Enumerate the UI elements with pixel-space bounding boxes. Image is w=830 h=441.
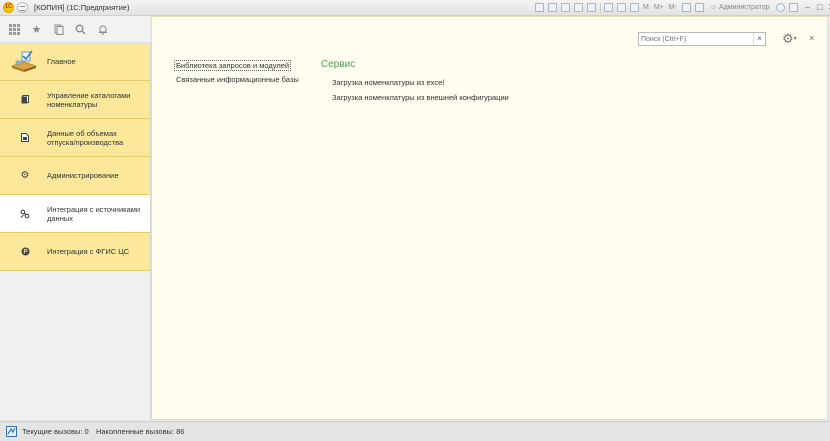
performance-icon[interactable] bbox=[6, 426, 17, 437]
panel-toolbar: ★ bbox=[0, 16, 150, 43]
screen-icon[interactable] bbox=[694, 3, 704, 12]
minimize-button[interactable]: – bbox=[802, 2, 814, 13]
title-toolbar: M M+ M- ☺ Администратор – □ ✕ bbox=[535, 2, 830, 13]
status-bar: Текущие вызовы: 0 Накопленные вызовы: 86 bbox=[0, 421, 830, 441]
gear-icon: ⚙ bbox=[20, 170, 30, 181]
section-label: Интеграция с ФГИС ЦС bbox=[47, 247, 130, 256]
service-group-title: Сервис bbox=[321, 59, 356, 70]
search-clear-button[interactable]: × bbox=[753, 33, 765, 45]
section-main[interactable]: Главное bbox=[0, 43, 150, 81]
window-title: [КОПИЯ] (1С:Предприятие) bbox=[34, 3, 130, 12]
divider bbox=[600, 2, 601, 13]
maximize-button[interactable]: □ bbox=[814, 2, 826, 13]
zoom-icon[interactable] bbox=[681, 3, 691, 12]
preview-icon[interactable] bbox=[561, 3, 570, 12]
document-icon bbox=[19, 132, 31, 144]
settings-gear-icon[interactable]: ⚙▾ bbox=[782, 31, 800, 47]
section-catalogs[interactable]: Управление каталогами номенклатуры bbox=[0, 81, 150, 119]
section-volumes[interactable]: Данные об объемах отпуска/производства bbox=[0, 119, 150, 157]
print-icon[interactable] bbox=[548, 3, 557, 12]
load-from-excel-link[interactable]: Загрузка номенклатуры из excel bbox=[332, 78, 444, 87]
section-label: Данные об объемах отпуска/производства bbox=[47, 128, 124, 147]
main-desk-icon bbox=[11, 50, 37, 72]
integration-icon bbox=[19, 208, 31, 220]
memory-plus-button[interactable]: M+ bbox=[654, 4, 664, 11]
search-field[interactable]: × bbox=[638, 32, 766, 46]
paste-icon[interactable] bbox=[587, 3, 596, 12]
save-icon[interactable] bbox=[535, 3, 544, 12]
library-link[interactable]: Библиотека запросов и модулей bbox=[174, 60, 292, 71]
notifications-bell-icon[interactable] bbox=[96, 23, 109, 36]
linked-databases-link[interactable]: Связанные информационные базы bbox=[176, 75, 299, 84]
calculator-icon[interactable] bbox=[617, 3, 626, 12]
current-calls-text: Текущие вызовы: 0 bbox=[22, 427, 89, 436]
memory-minus-button[interactable]: M- bbox=[669, 4, 677, 11]
section-label: Администрирование bbox=[47, 171, 119, 180]
section-label: Интеграция с источниками данных bbox=[47, 204, 141, 223]
dropdown-icon[interactable] bbox=[788, 3, 798, 12]
calendar-icon[interactable] bbox=[630, 3, 639, 12]
user-name[interactable]: ☺ Администратор bbox=[710, 4, 770, 11]
catalog-icon bbox=[19, 94, 31, 106]
main-menu-icon[interactable] bbox=[17, 2, 28, 13]
section-fgis[interactable]: P Интеграция с ФГИС ЦС bbox=[0, 233, 150, 271]
accumulated-calls-text: Накопленные вызовы: 86 bbox=[96, 427, 185, 436]
fgis-icon: P bbox=[19, 246, 31, 258]
favorites-star-icon[interactable]: ★ bbox=[30, 23, 43, 36]
svg-text:P: P bbox=[23, 250, 27, 256]
memory-button[interactable]: M bbox=[643, 4, 649, 11]
section-administration[interactable]: ⚙ Администрирование bbox=[0, 157, 150, 195]
table-icon[interactable] bbox=[604, 3, 613, 12]
user-label: Администратор bbox=[719, 4, 770, 11]
app-logo-icon[interactable]: 1С bbox=[3, 2, 14, 13]
section-content: × ⚙▾ × Библиотека запросов и модулей Свя… bbox=[151, 16, 828, 420]
close-section-button[interactable]: × bbox=[809, 33, 814, 43]
load-from-external-config-link[interactable]: Загрузка номенклатуры из внешней конфигу… bbox=[332, 93, 509, 102]
section-label: Управление каталогами номенклатуры bbox=[47, 90, 131, 109]
info-icon[interactable] bbox=[775, 3, 785, 12]
sections-panel: Главное Управление каталогами номенклату… bbox=[0, 43, 151, 420]
search-input[interactable] bbox=[639, 33, 751, 45]
section-data-integration[interactable]: Интеграция с источниками данных bbox=[0, 195, 150, 233]
copy-icon[interactable] bbox=[574, 3, 583, 12]
title-bar: 1С [КОПИЯ] (1С:Предприятие) M M+ M- ☺ Ад… bbox=[0, 0, 830, 16]
close-window-button[interactable]: ✕ bbox=[826, 2, 830, 13]
apps-grid-icon[interactable] bbox=[8, 23, 21, 36]
history-icon[interactable] bbox=[52, 23, 65, 36]
search-icon[interactable] bbox=[74, 23, 87, 36]
section-label: Главное bbox=[47, 57, 76, 66]
